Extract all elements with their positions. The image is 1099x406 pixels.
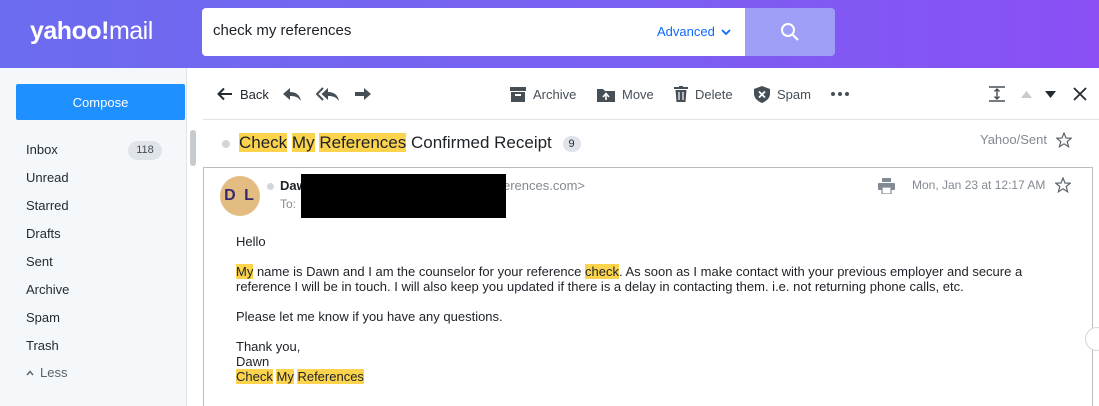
compose-button[interactable]: Compose bbox=[16, 84, 185, 120]
close-button[interactable] bbox=[1073, 68, 1087, 120]
closing-text: Thank you, bbox=[236, 339, 301, 354]
star-icon[interactable] bbox=[1056, 132, 1072, 148]
message-toolbar: Back Archive Move Delete Spam bbox=[203, 68, 1099, 120]
message-card: D L Daw erences.com> To: Mon, Jan 23 at … bbox=[203, 167, 1093, 406]
printer-icon[interactable] bbox=[878, 178, 895, 194]
thread-subject: Check My References Confirmed Receipt 9 bbox=[239, 133, 581, 153]
expand-collapse-button[interactable] bbox=[989, 68, 1005, 120]
yahoo-mail-logo[interactable]: yahoo!mail bbox=[30, 17, 153, 46]
star-icon[interactable] bbox=[1055, 177, 1071, 193]
subject-text: Confirmed Receipt bbox=[411, 133, 552, 152]
reply-button[interactable] bbox=[282, 68, 302, 120]
greeting-text: Hello bbox=[236, 234, 266, 249]
thread-header: Check My References Confirmed Receipt 9 … bbox=[203, 120, 1099, 168]
reply-all-icon bbox=[316, 87, 339, 101]
sidebar-item-drafts[interactable]: Drafts bbox=[26, 226, 166, 241]
signature-highlight-1: Check bbox=[236, 369, 273, 384]
signature-highlight-2: My bbox=[276, 369, 294, 384]
subject-highlight-2: My bbox=[291, 133, 315, 152]
signature-highlight-3: References bbox=[297, 369, 364, 384]
sidebar-item-starred[interactable]: Starred bbox=[26, 198, 166, 213]
archive-label: Archive bbox=[533, 86, 577, 102]
spam-button[interactable]: Spam bbox=[754, 68, 811, 120]
paragraph-1-text-a: name is Dawn and I am the counselor for … bbox=[253, 264, 586, 279]
folder-tag[interactable]: Yahoo/Sent bbox=[980, 132, 1047, 147]
message-body: Hello My name is Dawn and I am the couns… bbox=[236, 234, 1056, 384]
app-header: yahoo!mail Advanced bbox=[0, 0, 1099, 68]
search-icon bbox=[781, 23, 799, 41]
expand-collapse-icon bbox=[989, 86, 1005, 102]
arrow-left-icon bbox=[217, 87, 232, 101]
next-message-button[interactable] bbox=[1045, 68, 1056, 120]
caret-up-icon bbox=[1021, 90, 1032, 98]
body-highlight-check: check bbox=[585, 264, 619, 279]
redaction-box bbox=[301, 174, 506, 218]
logo-product: mail bbox=[108, 17, 153, 45]
body-highlight-my: My bbox=[236, 264, 254, 279]
unread-dot-icon[interactable] bbox=[222, 140, 230, 148]
subject-highlight-1: Check bbox=[239, 133, 288, 152]
search-input[interactable] bbox=[213, 22, 633, 39]
back-button[interactable]: Back bbox=[217, 68, 269, 120]
archive-button[interactable]: Archive bbox=[510, 68, 576, 120]
signature-company: Check My References bbox=[236, 369, 1056, 384]
forward-icon bbox=[355, 88, 371, 100]
previous-message-button[interactable] bbox=[1021, 68, 1032, 120]
forward-button[interactable] bbox=[354, 68, 372, 120]
sidebar-item-trash[interactable]: Trash bbox=[26, 338, 166, 353]
more-actions-button[interactable] bbox=[831, 68, 849, 120]
sidebar-item-sent[interactable]: Sent bbox=[26, 254, 166, 269]
inbox-unread-count: 118 bbox=[128, 141, 162, 160]
sender-email: erences.com> bbox=[503, 178, 586, 193]
message-date: Mon, Jan 23 at 12:17 AM bbox=[912, 178, 1046, 192]
sidebar-item-archive[interactable]: Archive bbox=[26, 282, 166, 297]
close-icon bbox=[1073, 87, 1087, 101]
delete-button[interactable]: Delete bbox=[674, 68, 733, 120]
less-label: Less bbox=[40, 365, 68, 380]
chevron-up-icon bbox=[26, 369, 34, 375]
sidebar-scrollbar[interactable] bbox=[190, 130, 196, 166]
move-folder-icon bbox=[597, 88, 615, 102]
reply-icon bbox=[283, 88, 301, 101]
archive-icon bbox=[510, 86, 526, 102]
chevron-down-icon bbox=[721, 28, 731, 35]
avatar[interactable]: D L bbox=[220, 176, 260, 216]
signature-name: Dawn bbox=[236, 354, 270, 369]
caret-down-icon bbox=[1045, 90, 1056, 98]
thread-count-badge: 9 bbox=[562, 135, 581, 152]
move-button[interactable]: Move bbox=[597, 68, 654, 120]
search-button[interactable] bbox=[745, 8, 835, 56]
back-label: Back bbox=[240, 86, 269, 102]
paragraph-1: My name is Dawn and I am the counselor f… bbox=[236, 264, 1056, 294]
less-toggle[interactable]: Less bbox=[26, 365, 67, 380]
sidebar-item-unread[interactable]: Unread bbox=[26, 170, 166, 185]
delete-label: Delete bbox=[695, 86, 733, 102]
advanced-label: Advanced bbox=[657, 24, 715, 39]
paragraph-2: Please let me know if you have any quest… bbox=[236, 309, 503, 324]
to-label: To: bbox=[280, 197, 297, 211]
search-box: Advanced bbox=[202, 8, 745, 56]
sidebar-item-spam[interactable]: Spam bbox=[26, 310, 166, 325]
read-status-dot-icon[interactable] bbox=[267, 183, 274, 190]
spam-label: Spam bbox=[777, 86, 811, 102]
logo-brand: yahoo! bbox=[30, 17, 109, 45]
move-label: Move bbox=[622, 86, 654, 102]
subject-highlight-3: References bbox=[319, 133, 407, 152]
more-horizontal-icon bbox=[831, 92, 849, 96]
shield-icon bbox=[754, 85, 770, 103]
trash-icon bbox=[674, 86, 688, 102]
advanced-search-button[interactable]: Advanced bbox=[657, 24, 731, 39]
reply-all-button[interactable] bbox=[316, 68, 340, 120]
